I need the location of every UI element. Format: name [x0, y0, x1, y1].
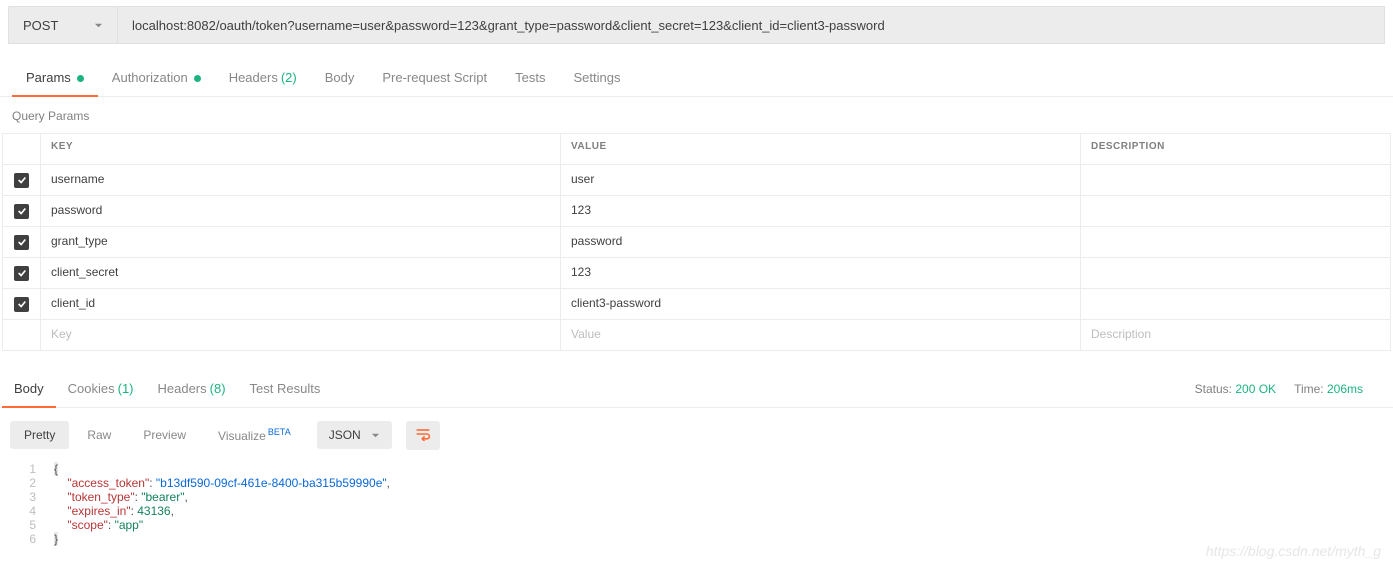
- param-description-placeholder[interactable]: Description: [1081, 320, 1390, 350]
- url-input[interactable]: [118, 6, 1385, 44]
- row-checkbox[interactable]: [14, 173, 29, 188]
- chevron-down-icon: [371, 431, 380, 440]
- watermark: https://blog.csdn.net/myth_g: [1206, 543, 1381, 559]
- col-description: DESCRIPTION: [1081, 134, 1390, 164]
- tab-tests[interactable]: Tests: [501, 60, 559, 96]
- response-status: Status: 200 OK Time: 206ms: [1195, 382, 1393, 396]
- param-description[interactable]: [1081, 165, 1390, 195]
- col-value: VALUE: [561, 134, 1081, 164]
- view-visualize-button[interactable]: VisualizeBETA: [204, 420, 305, 450]
- wrap-lines-button[interactable]: [406, 421, 440, 450]
- param-description[interactable]: [1081, 258, 1390, 288]
- view-preview-button[interactable]: Preview: [129, 421, 200, 449]
- format-dropdown[interactable]: JSON: [317, 421, 392, 449]
- param-value[interactable]: 123: [561, 196, 1081, 226]
- section-title: Query Params: [0, 97, 1393, 133]
- wrap-icon: [415, 427, 431, 441]
- row-checkbox[interactable]: [14, 297, 29, 312]
- chevron-down-icon: [94, 21, 103, 30]
- body-toolbar: Pretty Raw Preview VisualizeBETA JSON: [0, 408, 1393, 462]
- status-code: 200 OK: [1235, 382, 1276, 396]
- param-value[interactable]: client3-password: [561, 289, 1081, 319]
- view-pretty-button[interactable]: Pretty: [10, 421, 69, 449]
- resp-tab-body[interactable]: Body: [2, 371, 56, 407]
- tab-settings[interactable]: Settings: [559, 60, 634, 96]
- col-key: KEY: [41, 134, 561, 164]
- param-description[interactable]: [1081, 227, 1390, 257]
- param-value[interactable]: user: [561, 165, 1081, 195]
- param-key[interactable]: client_id: [41, 289, 561, 319]
- param-value-placeholder[interactable]: Value: [561, 320, 1081, 350]
- tab-params[interactable]: Params: [12, 60, 98, 96]
- active-dot-icon: [77, 75, 84, 82]
- tab-body[interactable]: Body: [311, 60, 369, 96]
- param-key[interactable]: password: [41, 196, 561, 226]
- resp-tab-cookies[interactable]: Cookies(1): [56, 371, 146, 407]
- tab-authorization[interactable]: Authorization: [98, 60, 215, 96]
- view-raw-button[interactable]: Raw: [73, 421, 125, 449]
- row-checkbox[interactable]: [14, 266, 29, 281]
- table-row: grant_type password: [3, 227, 1390, 258]
- beta-badge: BETA: [268, 427, 291, 437]
- param-value[interactable]: password: [561, 227, 1081, 257]
- param-key-placeholder[interactable]: Key: [41, 320, 561, 350]
- table-row: client_secret 123: [3, 258, 1390, 289]
- active-dot-icon: [194, 75, 201, 82]
- table-row: username user: [3, 165, 1390, 196]
- request-tabs: Params Authorization Headers(2) Body Pre…: [0, 60, 1393, 97]
- time-value: 206ms: [1327, 382, 1363, 396]
- param-key[interactable]: client_secret: [41, 258, 561, 288]
- param-key[interactable]: username: [41, 165, 561, 195]
- response-body[interactable]: 1{ 2 "access_token": "b13df590-09cf-461e…: [0, 462, 1393, 566]
- row-checkbox[interactable]: [14, 235, 29, 250]
- table-row: password 123: [3, 196, 1390, 227]
- params-table: KEY VALUE DESCRIPTION username user pass…: [2, 133, 1391, 351]
- param-description[interactable]: [1081, 196, 1390, 226]
- row-checkbox[interactable]: [14, 204, 29, 219]
- table-row: client_id client3-password: [3, 289, 1390, 320]
- method-value: POST: [23, 18, 58, 33]
- param-value[interactable]: 123: [561, 258, 1081, 288]
- tab-headers[interactable]: Headers(2): [215, 60, 311, 96]
- resp-tab-headers[interactable]: Headers(8): [146, 371, 238, 407]
- resp-tab-test-results[interactable]: Test Results: [238, 371, 333, 407]
- param-description[interactable]: [1081, 289, 1390, 319]
- table-row-empty: Key Value Description: [3, 320, 1390, 351]
- response-tabs: Body Cookies(1) Headers(8) Test Results …: [0, 371, 1393, 408]
- tab-prerequest[interactable]: Pre-request Script: [368, 60, 501, 96]
- table-header: KEY VALUE DESCRIPTION: [3, 134, 1390, 165]
- param-key[interactable]: grant_type: [41, 227, 561, 257]
- method-dropdown[interactable]: POST: [8, 6, 118, 44]
